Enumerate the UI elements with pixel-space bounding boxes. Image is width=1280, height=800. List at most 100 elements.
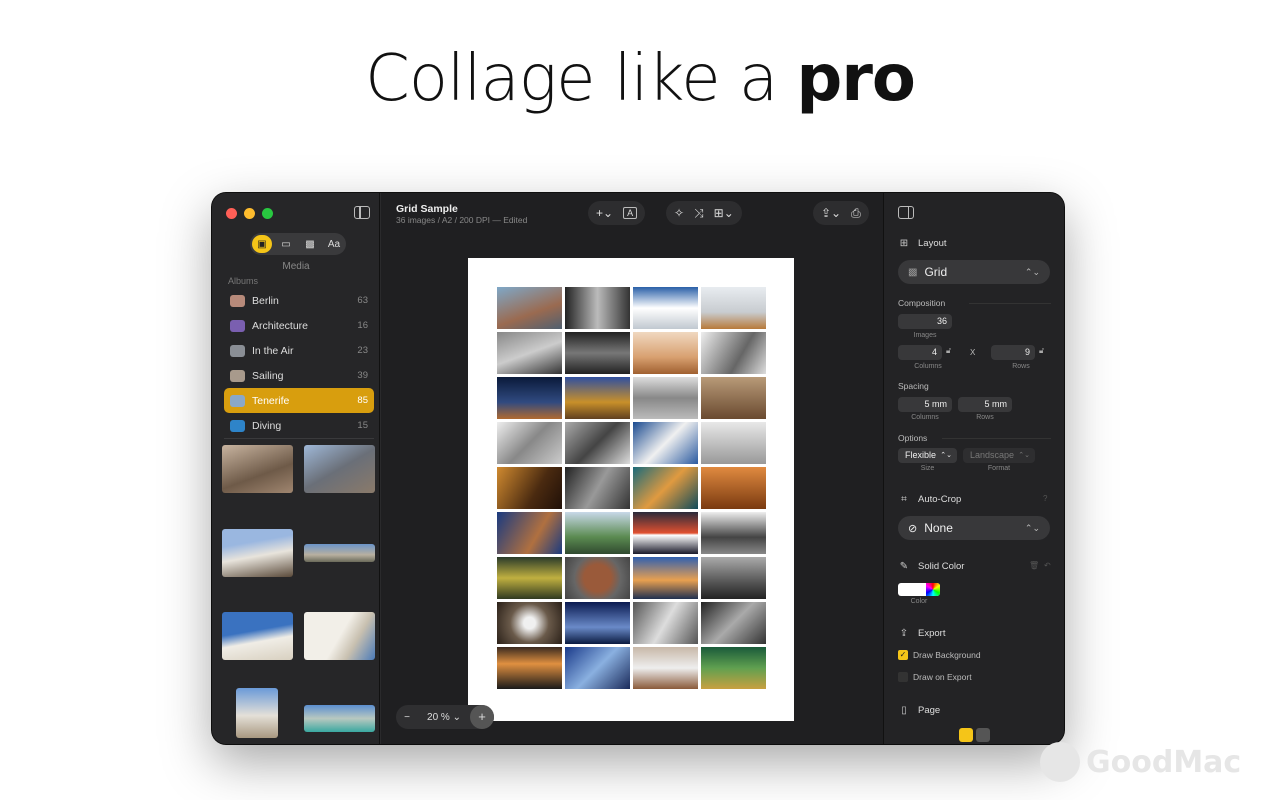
lock-icon[interactable]: 🔓︎ <box>1039 346 1044 356</box>
album-count: 63 <box>357 295 368 306</box>
collage-cell[interactable] <box>497 467 562 509</box>
draw-on-export-checkbox[interactable] <box>898 672 908 682</box>
collage-cell[interactable] <box>497 422 562 464</box>
media-thumbnail[interactable] <box>222 445 293 493</box>
album-item-sailing[interactable]: Sailing 39 <box>224 363 374 388</box>
inspector-mode-icon[interactable] <box>976 728 990 742</box>
color-swatch[interactable] <box>898 583 940 596</box>
album-name: Tenerife <box>252 394 290 407</box>
zoom-level[interactable]: 20 % ⌄ <box>418 712 470 723</box>
layout-icon[interactable]: ⊞⌄ <box>714 206 734 220</box>
collage-cell[interactable] <box>701 602 766 644</box>
size-value: Flexible <box>905 450 937 460</box>
zoom-out-button[interactable]: − <box>396 712 418 723</box>
trash-icon[interactable]: 🗑︎ <box>1029 561 1039 570</box>
album-item-in-the-air[interactable]: In the Air 23 <box>224 338 374 363</box>
layout-popup[interactable]: ▩ Grid ⌃⌄ <box>898 260 1050 284</box>
spacing-columns-label: Columns <box>911 414 939 421</box>
columns-field[interactable]: 4 <box>898 345 942 360</box>
collage-cell[interactable] <box>701 332 766 374</box>
collage-cell[interactable] <box>565 557 630 599</box>
collage-cell[interactable] <box>565 467 630 509</box>
collage-cell[interactable] <box>701 647 766 689</box>
collage-cell[interactable] <box>701 557 766 599</box>
sidebar-divider[interactable] <box>224 438 374 439</box>
album-item-architecture[interactable]: Architecture 16 <box>224 313 374 338</box>
format-popup[interactable]: Landscape ⌃⌄ <box>963 448 1035 463</box>
album-item-diving[interactable]: Diving 15 <box>224 413 374 438</box>
frame-icon[interactable]: ▭ <box>276 235 296 253</box>
lock-icon[interactable]: 🔓︎ <box>946 346 951 356</box>
help-icon[interactable]: ? <box>1043 494 1047 503</box>
media-thumbnail[interactable] <box>304 612 375 660</box>
spacing-rows-field[interactable]: 5 mm <box>958 397 1012 412</box>
text-box-icon[interactable]: A <box>623 207 638 219</box>
collage-cell[interactable] <box>701 512 766 554</box>
shuffle-icon[interactable]: ⤨ <box>694 206 704 221</box>
undo-icon[interactable]: ↶ <box>1044 561 1051 570</box>
collage-cell[interactable] <box>497 512 562 554</box>
album-item-tenerife[interactable]: Tenerife 85 <box>224 388 374 413</box>
collage-cell[interactable] <box>565 377 630 419</box>
album-thumb <box>230 369 245 382</box>
collage-cell[interactable] <box>633 377 698 419</box>
collage-cell[interactable] <box>497 377 562 419</box>
inspector-mode-icon[interactable] <box>959 728 973 742</box>
media-thumbnail[interactable] <box>236 688 278 738</box>
collage-cell[interactable] <box>633 647 698 689</box>
zoom-button[interactable] <box>262 208 273 219</box>
collage-cell[interactable] <box>701 377 766 419</box>
zoom-in-button[interactable]: + <box>470 705 494 729</box>
page-section-title: ▯ Page <box>898 705 940 716</box>
collage-cell[interactable] <box>565 422 630 464</box>
media-thumbnail[interactable] <box>304 544 375 562</box>
collage-cell[interactable] <box>565 332 630 374</box>
draw-background-checkbox[interactable]: ✓ <box>898 650 908 660</box>
text-icon[interactable]: Aa <box>324 235 344 253</box>
collage-page[interactable] <box>468 258 794 721</box>
rows-field[interactable]: 9 <box>991 345 1035 360</box>
collage-cell[interactable] <box>633 512 698 554</box>
close-button[interactable] <box>226 208 237 219</box>
add-icon[interactable]: +⌄ <box>596 206 613 220</box>
collage-cell[interactable] <box>497 287 562 329</box>
spacing-columns-field[interactable]: 5 mm <box>898 397 952 412</box>
sidebar-toggle-icon[interactable] <box>354 206 370 219</box>
pattern-icon[interactable]: ▩ <box>300 235 320 253</box>
collage-cell[interactable] <box>497 647 562 689</box>
collage-cell[interactable] <box>497 602 562 644</box>
collage-cell[interactable] <box>701 287 766 329</box>
autocrop-popup[interactable]: ⊘ None ⌃⌄ <box>898 516 1050 540</box>
collage-cell[interactable] <box>633 287 698 329</box>
media-thumbnail[interactable] <box>222 612 293 660</box>
collage-cell[interactable] <box>565 647 630 689</box>
minimize-button[interactable] <box>244 208 255 219</box>
collage-cell[interactable] <box>633 557 698 599</box>
media-label: Media <box>282 261 310 272</box>
media-thumbnail[interactable] <box>222 529 293 577</box>
collage-cell[interactable] <box>633 467 698 509</box>
collage-cell[interactable] <box>701 422 766 464</box>
media-thumbnail[interactable] <box>304 445 375 493</box>
photo-icon[interactable]: ▣ <box>252 235 272 253</box>
collage-cell[interactable] <box>565 512 630 554</box>
collage-cell[interactable] <box>497 557 562 599</box>
album-thumb <box>230 419 245 432</box>
media-thumbnail[interactable] <box>304 705 375 732</box>
collage-cell[interactable] <box>701 467 766 509</box>
magic-wand-icon[interactable]: ✧ <box>674 206 684 220</box>
collage-cell[interactable] <box>565 287 630 329</box>
collage-cell[interactable] <box>633 332 698 374</box>
collage-cell[interactable] <box>497 332 562 374</box>
collage-cell[interactable] <box>633 422 698 464</box>
zoom-value: 20 % <box>427 711 450 723</box>
collage-cell[interactable] <box>633 602 698 644</box>
collage-cell[interactable] <box>565 602 630 644</box>
inspector-toggle-icon[interactable] <box>898 206 914 219</box>
share-icon[interactable]: ⇪⌄ <box>821 206 841 220</box>
draw-background-label: Draw Background <box>913 650 981 660</box>
album-item-berlin[interactable]: Berlin 63 <box>224 288 374 313</box>
print-icon[interactable]: ⎙ <box>851 206 861 221</box>
size-popup[interactable]: Flexible ⌃⌄ <box>898 448 957 463</box>
images-field[interactable]: 36 <box>898 314 952 329</box>
